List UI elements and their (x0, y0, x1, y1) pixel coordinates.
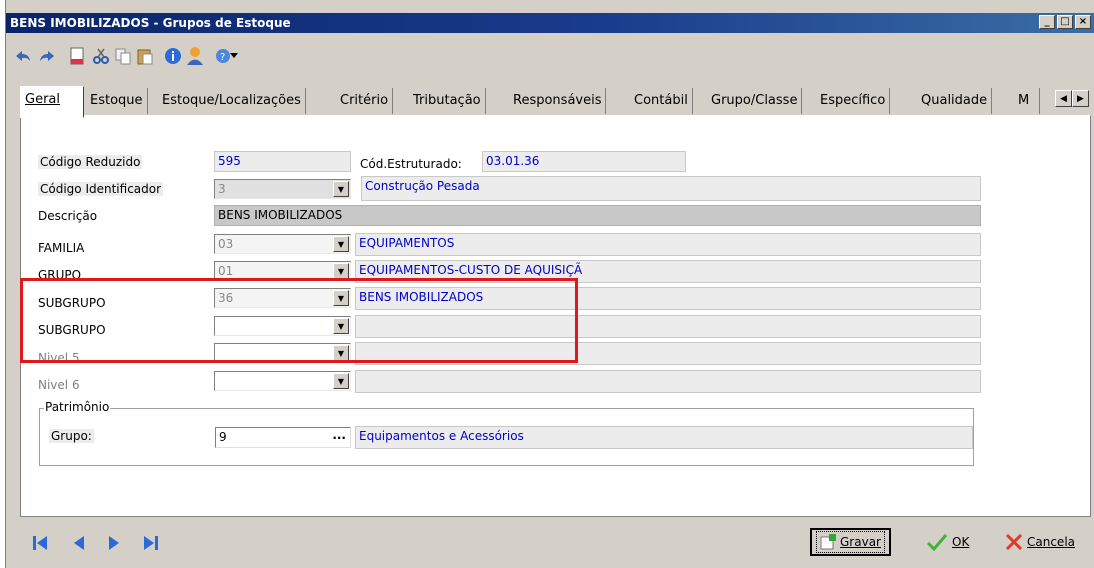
tab-contabil[interactable]: Contábil (630, 88, 693, 114)
tab-more[interactable]: M (1014, 88, 1040, 114)
codigo-reduzido-label: Código Reduzido (38, 155, 143, 169)
undo-icon[interactable] (12, 45, 34, 67)
bottom-bar: Gravar OK Cancela (6, 520, 1094, 568)
last-record-icon[interactable] (139, 531, 163, 555)
tab-responsaveis[interactable]: Responsáveis (509, 88, 607, 114)
info-icon[interactable] (162, 45, 184, 67)
save-icon (820, 534, 836, 550)
tab-strip: Geral Estoque Estoque/Localizações Crité… (20, 86, 1091, 118)
ok-button[interactable]: OK (926, 528, 969, 556)
cod-estruturado-field: 03.01.36 (482, 151, 686, 172)
tab-scroll-right-icon[interactable]: ▶ (1072, 90, 1089, 107)
tab-scroll-left-icon[interactable]: ◀ (1055, 90, 1072, 107)
tab-especifico[interactable]: Específico (816, 88, 891, 114)
cancelar-button[interactable]: Cancela (1005, 528, 1075, 556)
minimize-button[interactable]: _ (1039, 15, 1055, 29)
chevron-down-icon[interactable]: ▼ (333, 373, 349, 389)
chevron-down-icon[interactable]: ▼ (333, 236, 349, 252)
familia-combo[interactable]: 03 ▼ (214, 234, 351, 254)
paste-icon[interactable] (134, 45, 156, 67)
first-record-icon[interactable] (28, 531, 52, 555)
tab-grupo-classe[interactable]: Grupo/Classe (707, 88, 803, 114)
application-window: BENS IMOBILIZADOS - Grupos de Estoque _ … (5, 0, 1094, 568)
descricao-label: Descrição (38, 209, 98, 223)
user-icon[interactable] (184, 45, 206, 67)
tab-estoque[interactable]: Estoque (86, 88, 148, 114)
title-bar: BENS IMOBILIZADOS - Grupos de Estoque _ … (6, 13, 1094, 33)
nivel6-combo[interactable]: ▼ (214, 371, 351, 391)
nivel6-desc (355, 370, 981, 393)
codigo-identificador-desc: Construção Pesada (361, 176, 981, 201)
patrimonio-grupo-label: Grupo: (49, 429, 94, 443)
tab-estoque-localizacoes[interactable]: Estoque/Localizações (158, 88, 306, 114)
cod-estruturado-label: Cód.Estruturado: (360, 157, 462, 171)
chevron-down-icon[interactable]: ▼ (333, 181, 349, 197)
familia-desc: EQUIPAMENTOS (355, 233, 981, 256)
tab-geral[interactable]: Geral (20, 86, 84, 118)
descricao-field[interactable]: BENS IMOBILIZADOS (214, 205, 981, 226)
toolbar: ? (6, 36, 406, 76)
chevron-down-icon[interactable]: ▼ (333, 263, 349, 279)
gravar-button[interactable]: Gravar (810, 528, 891, 556)
ellipsis-button[interactable]: ... (332, 428, 346, 442)
dropdown-arrow-icon[interactable] (228, 45, 240, 67)
tab-criterio[interactable]: Critério (336, 88, 394, 114)
codigo-reduzido-field[interactable]: 595 (214, 151, 351, 172)
codigo-identificador-combo[interactable]: 3 ▼ (214, 179, 351, 199)
highlight-box (20, 278, 578, 363)
patrimonio-legend: Patrimônio (44, 400, 111, 414)
familia-label: FAMILIA (38, 241, 85, 255)
window-title: BENS IMOBILIZADOS - Grupos de Estoque (10, 16, 291, 30)
close-button[interactable]: × (1075, 15, 1091, 29)
nivel6-label: Nivel 6 (38, 378, 80, 392)
redo-icon[interactable] (36, 45, 58, 67)
patrimonio-groupbox: Patrimônio Grupo: 9 ... Equipamentos e A… (39, 400, 974, 466)
maximize-button[interactable]: □ (1057, 15, 1073, 29)
svg-text:?: ? (220, 52, 225, 63)
previous-record-icon[interactable] (67, 531, 91, 555)
patrimonio-grupo-desc: Equipamentos e Acessórios (355, 426, 973, 449)
patrimonio-grupo-field[interactable]: 9 ... (215, 427, 351, 448)
close-icon (1005, 533, 1023, 551)
next-record-icon[interactable] (102, 531, 126, 555)
new-document-icon[interactable] (66, 45, 88, 67)
check-icon (926, 534, 948, 551)
tab-tributacao[interactable]: Tributação (409, 88, 486, 114)
cut-icon[interactable] (90, 45, 112, 67)
copy-icon[interactable] (112, 45, 134, 67)
tab-qualidade[interactable]: Qualidade (917, 88, 993, 114)
codigo-identificador-label: Código Identificador (38, 182, 164, 196)
